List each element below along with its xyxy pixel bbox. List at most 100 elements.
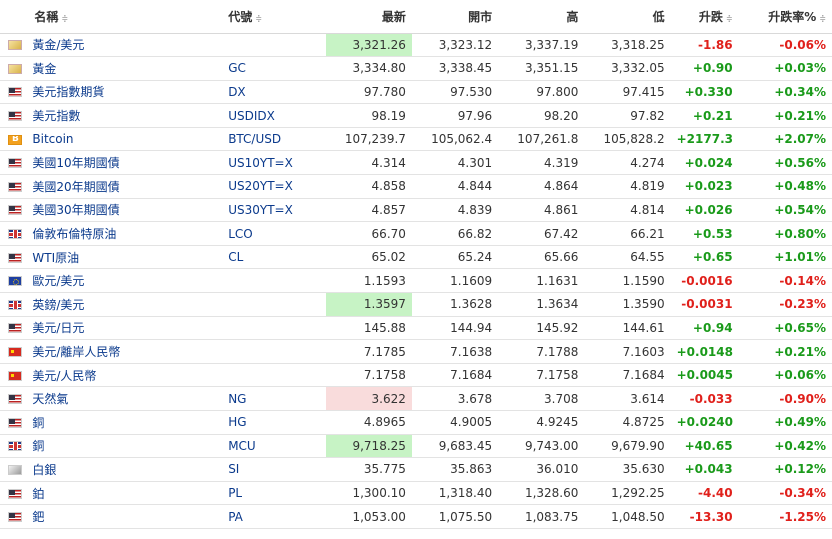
table-row[interactable]: 銅 MCU 9,718.25 9,683.45 9,743.00 9,679.90 +40.…	[0, 434, 832, 459]
high-price: 67.42	[498, 221, 585, 246]
us-flag-icon	[8, 488, 22, 499]
us-flag-icon	[8, 181, 22, 192]
table-row[interactable]: 白銀 SI 35.775 35.863 36.010 35.630 +0.043 +0.12%	[0, 457, 832, 482]
change-value: +0.94	[670, 316, 739, 341]
symbol-cell: HG	[222, 410, 326, 435]
instrument-name-link[interactable]: 英鎊/美元	[32, 298, 84, 312]
instrument-name-link[interactable]: 白銀	[32, 463, 56, 477]
instrument-name-cell: 黃金/美元	[26, 33, 223, 58]
instrument-name-cell: 銅	[26, 410, 223, 435]
instrument-name-link[interactable]: 美國30年期國債	[32, 203, 119, 217]
open-price: 3,338.45	[411, 56, 499, 81]
low-price: 4.814	[584, 198, 671, 223]
flag-cell	[0, 221, 27, 246]
symbol-link[interactable]: PL	[228, 486, 242, 500]
instrument-name-link[interactable]: 黃金	[32, 62, 56, 76]
flag-cell	[0, 292, 27, 317]
symbol-link[interactable]: US20YT=X	[228, 179, 293, 193]
table-row[interactable]: 美國30年期國債 US30YT=X 4.857 4.839 4.861 4.814 +0.0…	[0, 198, 832, 223]
last-price: 65.02	[325, 245, 412, 270]
table-row[interactable]: 美元指數 USDIDX 98.19 97.96 98.20 97.82 +0.21 +0.21…	[0, 103, 832, 128]
low-price: 3,332.05	[584, 56, 671, 81]
table-row[interactable]: 美元/人民幣 7.1758 7.1684 7.1758 7.1684 +0.0045 +0.…	[0, 363, 832, 388]
symbol-link[interactable]: NG	[228, 392, 246, 406]
instrument-name-link[interactable]: 美元/離岸人民幣	[32, 345, 120, 359]
header-symbol[interactable]: 代號 ≑	[222, 0, 326, 34]
sort-icon[interactable]: ≑	[255, 14, 262, 23]
open-price: 144.94	[411, 316, 499, 341]
sort-icon[interactable]: ≑	[61, 14, 68, 23]
instrument-name-link[interactable]: 鉑	[32, 487, 44, 501]
instrument-name-link[interactable]: 美元/人民幣	[32, 369, 96, 383]
symbol-cell	[222, 363, 326, 388]
change-value: -13.30	[670, 504, 739, 529]
low-price: 1,292.25	[584, 481, 671, 506]
table-row[interactable]: 鈀 PA 1,053.00 1,075.50 1,083.75 1,048.50 -13.3…	[0, 504, 832, 529]
instrument-name-link[interactable]: 鈀	[32, 510, 44, 524]
instrument-name-link[interactable]: 黃金/美元	[32, 38, 84, 52]
symbol-link[interactable]: LCO	[228, 227, 253, 241]
table-row[interactable]: 美國20年期國債 US20YT=X 4.858 4.844 4.864 4.819 +0.0…	[0, 174, 832, 199]
table-row[interactable]: WTI原油 CL 65.02 65.24 65.66 64.55 +0.65 +1.01%	[0, 245, 832, 270]
low-price: 35.630	[584, 457, 671, 482]
instrument-name-link[interactable]: 美元指數期貨	[32, 85, 104, 99]
symbol-link[interactable]: US10YT=X	[228, 156, 293, 170]
table-row[interactable]: 黃金 GC 3,334.80 3,338.45 3,351.15 3,332.05 +0.9…	[0, 56, 832, 81]
open-price: 97.530	[411, 80, 499, 105]
instrument-name-cell: 美元/離岸人民幣	[26, 339, 223, 364]
symbol-link[interactable]: US30YT=X	[228, 203, 293, 217]
symbol-link[interactable]: PA	[228, 510, 243, 524]
symbol-link[interactable]: DX	[228, 85, 245, 99]
table-row[interactable]: 銅 HG 4.8965 4.9005 4.9245 4.8725 +0.0240 +0.49%	[0, 410, 832, 435]
table-body: 黃金/美元 3,321.26 3,323.12 3,337.19 3,318.25 -1.…	[0, 33, 832, 529]
instrument-name-link[interactable]: 美國20年期國債	[32, 180, 119, 194]
last-price: 3,321.26	[325, 33, 412, 58]
table-row[interactable]: 英鎊/美元 1.3597 1.3628 1.3634 1.3590 -0.0031 -0.2…	[0, 292, 832, 317]
instrument-name-cell: 英鎊/美元	[26, 292, 223, 317]
instrument-name-link[interactable]: Bitcoin	[32, 132, 73, 146]
table-row[interactable]: 鉑 PL 1,300.10 1,318.40 1,328.60 1,292.25 -4.40…	[0, 481, 832, 506]
instrument-name-link[interactable]: 美元/日元	[32, 321, 84, 335]
sort-icon[interactable]: ≑	[819, 14, 826, 23]
table-row[interactable]: 倫敦布倫特原油 LCO 66.70 66.82 67.42 66.21 +0.53 +0.80…	[0, 221, 832, 246]
header-symbol-label: 代號	[228, 9, 253, 24]
header-change[interactable]: 升跌 ≑	[670, 0, 739, 34]
open-price: 4.844	[411, 174, 499, 199]
last-price: 4.8965	[325, 410, 412, 435]
instrument-name-link[interactable]: 銅	[32, 439, 44, 453]
high-price: 98.20	[498, 103, 585, 128]
instrument-name-link[interactable]: 美國10年期國債	[32, 156, 119, 170]
symbol-link[interactable]: SI	[228, 462, 239, 476]
symbol-link[interactable]: USDIDX	[228, 109, 275, 123]
last-price: 66.70	[325, 221, 412, 246]
header-name[interactable]: 名稱 ≑	[26, 0, 223, 34]
table-row[interactable]: 天然氣 NG 3.622 3.678 3.708 3.614 -0.033 -0.90%	[0, 386, 832, 411]
symbol-link[interactable]: CL	[228, 250, 243, 264]
table-row[interactable]: Bitcoin BTC/USD 107,239.7105,062.4107,261.…	[0, 127, 832, 152]
table-row[interactable]: 歐元/美元 1.1593 1.1609 1.1631 1.1590 -0.0016 -0.1…	[0, 268, 832, 294]
sort-icon[interactable]: ≑	[726, 14, 733, 23]
instrument-name-link[interactable]: WTI原油	[32, 251, 79, 265]
symbol-link[interactable]: MCU	[228, 439, 256, 453]
instrument-name-link[interactable]: 銅	[32, 416, 44, 430]
instrument-name-link[interactable]: 天然氣	[32, 392, 68, 406]
flag-cell	[0, 410, 27, 435]
table-row[interactable]: 美元/離岸人民幣 7.1785 7.1638 7.1788 7.1603 +0.0148 +…	[0, 339, 832, 364]
high-price: 3.708	[498, 386, 585, 411]
symbol-link[interactable]: GC	[228, 61, 246, 75]
symbol-link[interactable]: HG	[228, 415, 246, 429]
open-price: 4.301	[411, 150, 499, 176]
instrument-name-link[interactable]: 歐元/美元	[32, 274, 84, 288]
symbol-cell: LCO	[222, 221, 326, 246]
table-row[interactable]: 美國10年期國債 US10YT=X 4.314 4.301 4.319 4.274 +0.0…	[0, 150, 832, 176]
symbol-link[interactable]: BTC/USD	[228, 132, 281, 146]
instrument-name-cell: 鈀	[26, 504, 223, 529]
flag-cell	[0, 33, 27, 58]
table-row[interactable]: 美元/日元 145.88 144.94 145.92 144.61 +0.94 +0.65%	[0, 316, 832, 341]
instrument-name-link[interactable]: 倫敦布倫特原油	[32, 227, 116, 241]
table-row[interactable]: 黃金/美元 3,321.26 3,323.12 3,337.19 3,318.25 -1.…	[0, 33, 832, 58]
instrument-name-link[interactable]: 美元指數	[32, 109, 80, 123]
open-price: 4.839	[411, 198, 499, 223]
table-row[interactable]: 美元指數期貨 DX 97.780 97.530 97.800 97.415 +0.330 +0…	[0, 80, 832, 105]
header-change-pct[interactable]: 升跌率% ≑	[738, 0, 832, 34]
